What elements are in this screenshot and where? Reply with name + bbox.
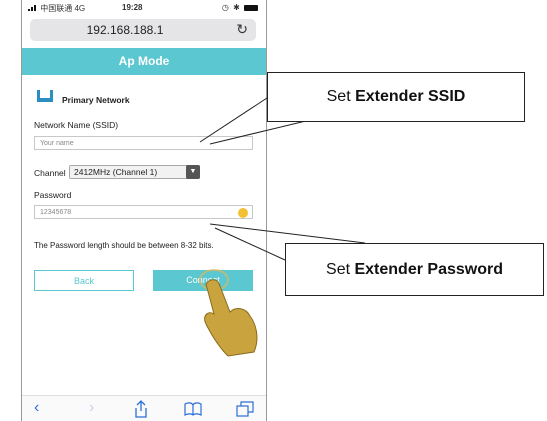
callout-ssid-prefix: Set: [326, 88, 356, 105]
callout-password-bold: Extender Password: [354, 261, 503, 278]
carrier-label: 中国联通 4G: [28, 3, 85, 14]
password-label: Password: [34, 190, 72, 200]
lock-rotation-icon: ◷: [221, 3, 230, 12]
section-title: Primary Network: [62, 95, 130, 105]
channel-label: Channel: [34, 168, 66, 178]
signal-icon: [28, 4, 38, 11]
callout-ssid-bold: Extender SSID: [355, 88, 466, 105]
status-right-icons: ◷ ✱: [222, 3, 258, 12]
pointing-hand-icon: [199, 269, 258, 357]
channel-value: 2412MHz (Channel 1): [74, 167, 158, 177]
battery-icon: [244, 4, 258, 11]
ssid-input[interactable]: Your name: [34, 136, 253, 150]
forward-nav-icon[interactable]: ›: [89, 399, 94, 417]
reload-icon[interactable]: ↻: [236, 21, 248, 38]
bluetooth-icon: ✱: [233, 3, 241, 12]
password-value: 12345678: [40, 209, 72, 216]
address-bar[interactable]: 192.168.188.1 ↻: [30, 19, 256, 41]
phone-screen: 中国联通 4G 19:28 ◷ ✱ 192.168.188.1 ↻ Ap Mod…: [21, 0, 267, 421]
emoji-icon[interactable]: [238, 208, 248, 218]
share-icon[interactable]: [134, 400, 148, 418]
carrier-text: 中国联通 4G: [40, 4, 86, 13]
channel-select[interactable]: 2412MHz (Channel 1) ▼: [69, 165, 200, 179]
password-hint: The Password length should be between 8-…: [34, 241, 214, 250]
callout-password: Set Extender Password: [285, 243, 544, 296]
ssid-label: Network Name (SSID): [34, 120, 119, 130]
url-text: 192.168.188.1: [86, 23, 164, 37]
callout-password-prefix: Set: [326, 261, 355, 278]
back-nav-icon[interactable]: ‹: [34, 399, 39, 417]
back-button[interactable]: Back: [34, 270, 134, 291]
browser-toolbar: ‹ ›: [22, 395, 266, 421]
tabs-icon[interactable]: [236, 401, 254, 417]
bookmarks-icon[interactable]: [184, 402, 202, 416]
chevron-down-icon[interactable]: ▼: [186, 165, 200, 179]
status-time: 19:28: [122, 3, 143, 12]
status-bar: 中国联通 4G 19:28 ◷ ✱: [22, 0, 266, 16]
page-title: Ap Mode: [22, 48, 266, 75]
password-input[interactable]: 12345678: [34, 205, 253, 219]
router-icon: [37, 90, 53, 102]
callout-ssid: Set Extender SSID: [267, 72, 525, 122]
